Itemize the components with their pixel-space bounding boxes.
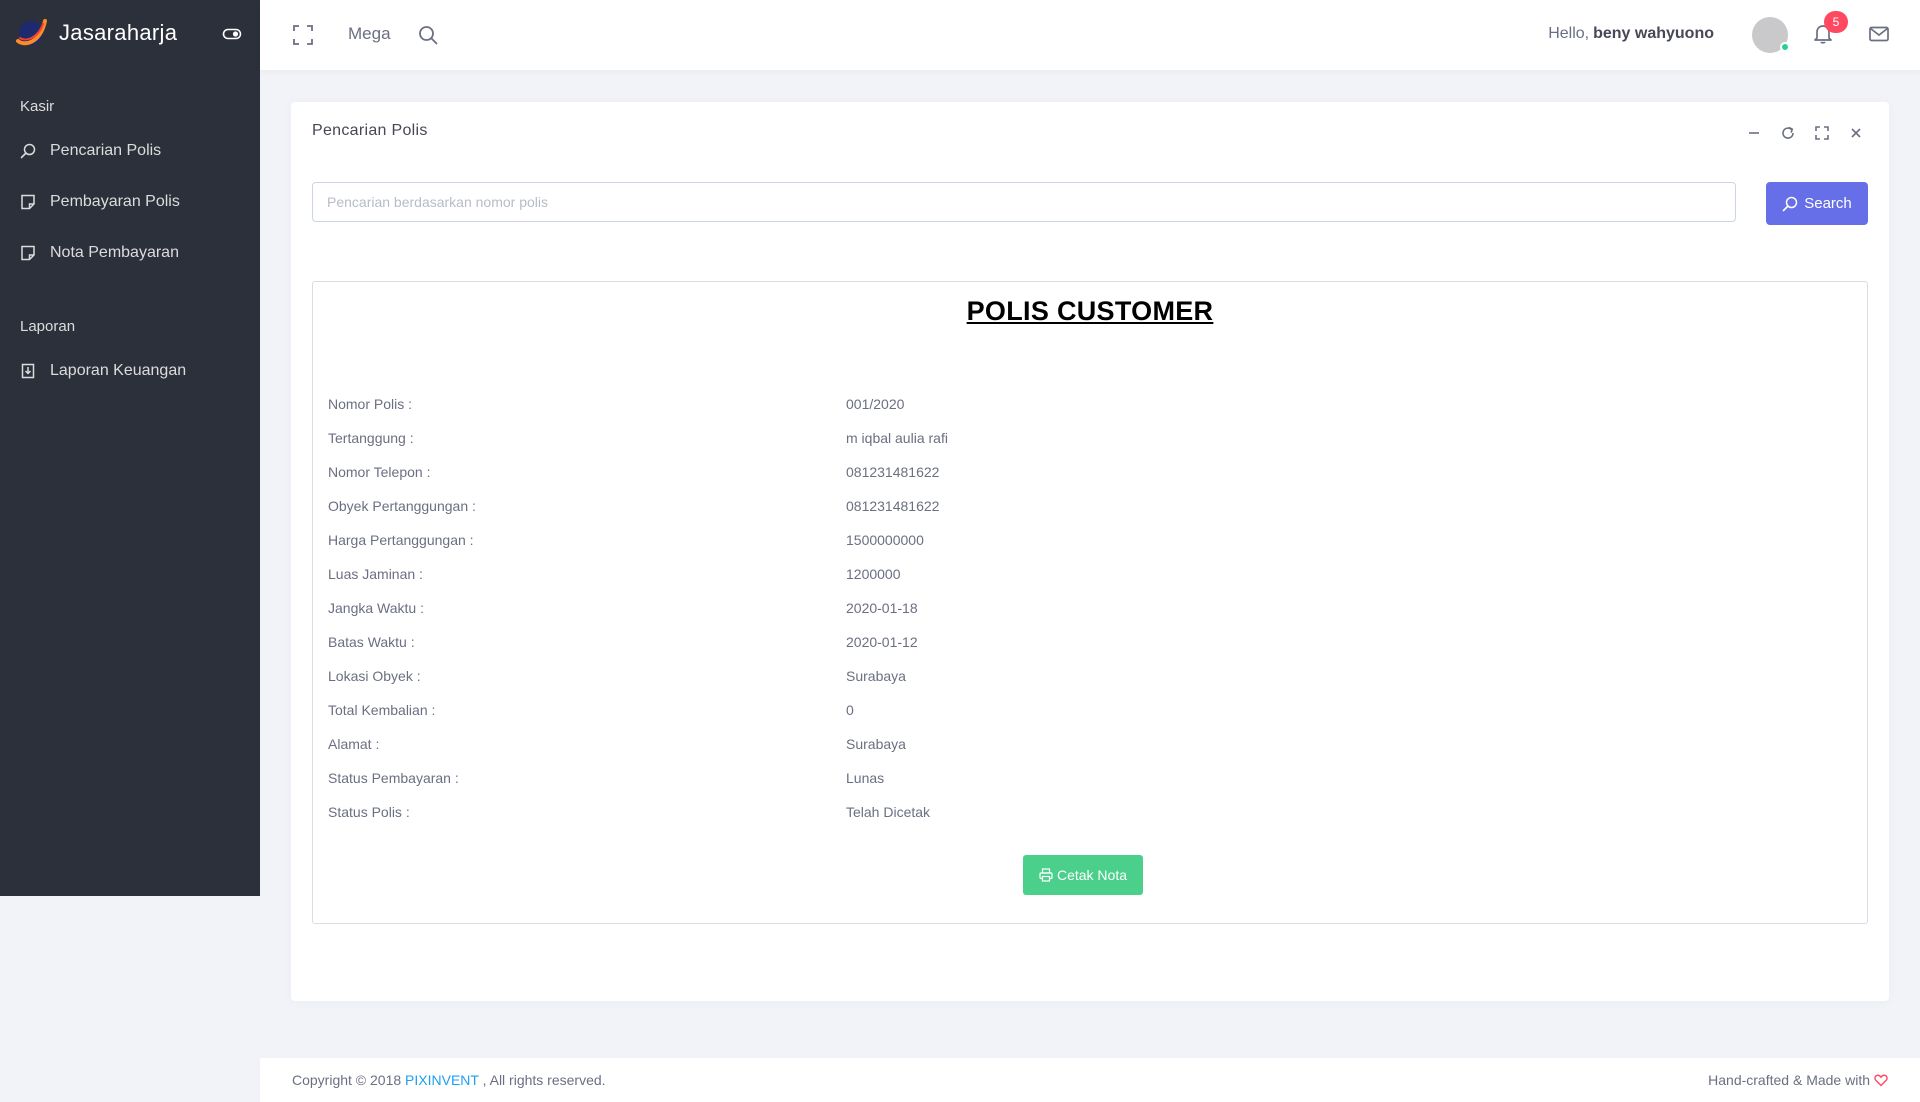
- polis-field-row: Obyek Pertanggungan : 081231481622: [328, 489, 1828, 523]
- polis-field-row: Harga Pertanggungan : 1500000000: [328, 523, 1828, 557]
- sidebar-item-pencarian-polis[interactable]: Pencarian Polis: [0, 125, 260, 176]
- polis-field-value: 081231481622: [846, 464, 940, 480]
- mail-icon[interactable]: [1868, 23, 1890, 45]
- search-button-label: Search: [1804, 195, 1852, 212]
- polis-field-label: Nomor Polis :: [328, 396, 413, 412]
- sidebar-item-nota-pembayaran[interactable]: Nota Pembayaran: [0, 227, 260, 278]
- expand-icon[interactable]: [1813, 124, 1831, 142]
- close-icon[interactable]: [1847, 124, 1865, 142]
- polis-field-row: Tertanggung : m iqbal aulia rafi: [328, 421, 1828, 455]
- made-with-text: Hand-crafted & Made with: [1708, 1072, 1870, 1088]
- notification-badge: 5: [1824, 11, 1848, 33]
- polis-customer-panel: POLIS CUSTOMER Nomor Polis : 001/2020 Tert…: [312, 281, 1868, 924]
- polis-field-label: Batas Waktu :: [328, 634, 415, 650]
- card-tools: [1745, 124, 1865, 142]
- polis-field-label: Lokasi Obyek :: [328, 668, 421, 684]
- note-icon: [21, 245, 35, 260]
- sidebar-item-label: Pencarian Polis: [50, 141, 162, 159]
- polis-field-label: Alamat :: [328, 736, 380, 752]
- polis-field-label: Total Kembalian :: [328, 702, 436, 718]
- polis-field-row: Luas Jaminan : 1200000: [328, 557, 1828, 591]
- note-icon: [21, 194, 35, 209]
- polis-field-label: Status Pembayaran :: [328, 770, 459, 786]
- copyright-suffix: , All rights reserved.: [482, 1072, 606, 1088]
- sidebar: Jasaraharja Kasir Pencarian Polis Pembay…: [0, 0, 260, 896]
- reload-icon[interactable]: [1779, 124, 1797, 142]
- polis-field-label: Obyek Pertanggungan :: [328, 498, 476, 514]
- polis-field-row: Status Pembayaran : Lunas: [328, 761, 1828, 795]
- polis-field-label: Harga Pertanggungan :: [328, 532, 474, 548]
- footer: Copyright © 2018 PIXINVENT , All rights …: [260, 1058, 1920, 1102]
- copyright: Copyright © 2018 PIXINVENT , All rights …: [292, 1072, 606, 1088]
- polis-field-value: Surabaya: [846, 668, 906, 684]
- polis-field-list: Nomor Polis : 001/2020 Tertanggung : m iqba…: [328, 387, 1828, 829]
- made-with: Hand-crafted & Made with: [1708, 1072, 1888, 1088]
- printer-icon: [1039, 868, 1053, 882]
- polis-field-row: Nomor Telepon : 081231481622: [328, 455, 1828, 489]
- online-status-dot: [1780, 42, 1790, 52]
- brand-logo-icon: [16, 19, 47, 46]
- polis-field-label: Jangka Waktu :: [328, 600, 424, 616]
- sidebar-item-pembayaran-polis[interactable]: Pembayaran Polis: [0, 176, 260, 227]
- polis-field-row: Alamat : Surabaya: [328, 727, 1828, 761]
- sidebar-item-label: Pembayaran Polis: [50, 192, 180, 210]
- pencarian-polis-card: Pencarian Polis Search POLIS CUSTOMER No…: [291, 102, 1889, 1001]
- search-button[interactable]: Search: [1766, 182, 1868, 225]
- sidebar-toggle-icon[interactable]: [222, 24, 242, 44]
- polis-search-input[interactable]: [312, 182, 1736, 222]
- polis-field-label: Luas Jaminan :: [328, 566, 423, 582]
- polis-field-row: Total Kembalian : 0: [328, 693, 1828, 727]
- minimize-icon[interactable]: [1745, 124, 1763, 142]
- sidebar-item-label: Laporan Keuangan: [50, 361, 187, 379]
- nav-header-kasir: Kasir: [20, 98, 55, 115]
- polis-field-value: 1200000: [846, 566, 901, 582]
- copyright-prefix: Copyright © 2018: [292, 1072, 402, 1088]
- polis-field-value: 1500000000: [846, 532, 924, 548]
- company-link[interactable]: PIXINVENT: [405, 1072, 479, 1088]
- polis-field-value: m iqbal aulia rafi: [846, 430, 948, 446]
- user-name: beny wahyuono: [1593, 25, 1714, 42]
- polis-field-row: Status Polis : Telah Dicetak: [328, 795, 1828, 829]
- polis-field-row: Lokasi Obyek : Surabaya: [328, 659, 1828, 693]
- polis-field-value: 081231481622: [846, 498, 940, 514]
- polis-field-label: Tertanggung :: [328, 430, 414, 446]
- sidebar-item-label: Nota Pembayaran: [50, 243, 179, 261]
- polis-field-label: Nomor Telepon :: [328, 464, 431, 480]
- search-icon: [1782, 196, 1798, 211]
- polis-heading: POLIS CUSTOMER: [966, 296, 1214, 326]
- sidebar-item-laporan-keuangan[interactable]: Laporan Keuangan: [0, 345, 260, 396]
- polis-field-label: Status Polis :: [328, 804, 410, 820]
- fullscreen-icon[interactable]: [293, 25, 313, 45]
- nav-header-laporan: Laporan: [20, 318, 76, 335]
- mega-menu-link[interactable]: Mega: [348, 24, 391, 44]
- heart-icon: [1874, 1074, 1888, 1087]
- nav-list-laporan: Laporan Keuangan: [0, 345, 260, 396]
- polis-field-value: 2020-01-12: [846, 634, 918, 650]
- polis-field-value: Telah Dicetak: [846, 804, 931, 820]
- card-title: Pencarian Polis: [312, 122, 428, 139]
- top-navbar: Mega Hello, beny wahyuono 5: [260, 0, 1920, 70]
- cetak-nota-label: Cetak Nota: [1056, 867, 1128, 883]
- polis-field-value: 0: [846, 702, 854, 718]
- polis-field-row: Batas Waktu : 2020-01-12: [328, 625, 1828, 659]
- polis-field-value: Lunas: [846, 770, 885, 786]
- polis-field-row: Jangka Waktu : 2020-01-18: [328, 591, 1828, 625]
- brand-name: Jasaraharja: [59, 20, 178, 45]
- greeting-text: Hello,: [1548, 25, 1590, 42]
- polis-field-value: 2020-01-18: [846, 600, 918, 616]
- polis-field-row: Nomor Polis : 001/2020: [328, 387, 1828, 421]
- nav-list-kasir: Pencarian Polis Pembayaran Polis Nota Pe…: [0, 125, 260, 278]
- polis-field-value: 001/2020: [846, 396, 905, 412]
- search-icon[interactable]: [418, 25, 438, 45]
- download-file-icon: [21, 363, 35, 378]
- polis-field-value: Surabaya: [846, 736, 906, 752]
- user-greeting[interactable]: Hello, beny wahyuono: [1548, 25, 1714, 43]
- brand[interactable]: Jasaraharja: [0, 0, 260, 66]
- cetak-nota-button[interactable]: Cetak Nota: [1023, 855, 1143, 895]
- search-icon: [20, 143, 36, 158]
